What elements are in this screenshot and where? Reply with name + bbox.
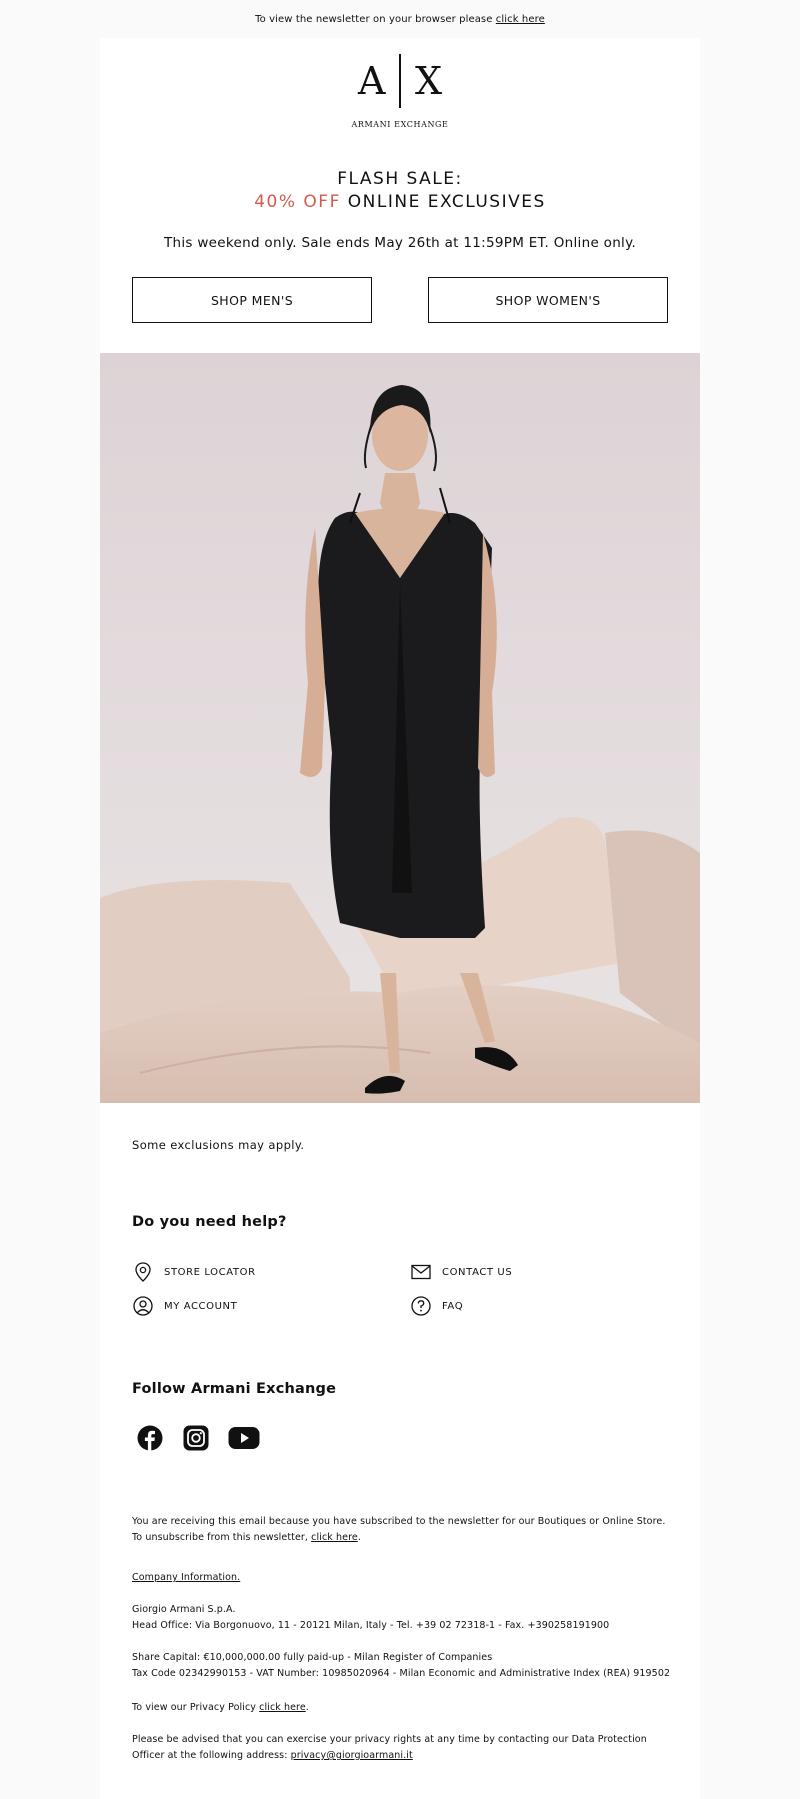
faq-label: FAQ: [442, 1300, 464, 1312]
faq-link[interactable]: FAQ: [410, 1295, 463, 1317]
company-info: Company Information.: [132, 1570, 672, 1586]
unsubscribe-line: To unsubscribe from this newsletter, cli…: [132, 1532, 361, 1543]
facebook-icon[interactable]: [134, 1422, 166, 1454]
email-body: A X ARMANI EXCHANGE FLASH SALE: 40% OFF …: [100, 38, 700, 1799]
browser-view-bar: To view the newsletter on your browser p…: [0, 0, 800, 38]
privacy-policy: To view our Privacy Policy click here.: [132, 1702, 309, 1713]
browser-view-link[interactable]: click here: [496, 14, 545, 25]
hero-photo-illustration: [100, 353, 700, 1103]
shop-womens-button[interactable]: SHOP WOMEN'S: [428, 277, 668, 323]
company-info-link[interactable]: Company Information.: [132, 1572, 240, 1583]
sale-headline: FLASH SALE: 40% OFF ONLINE EXCLUSIVES: [100, 168, 700, 214]
company-registration: Share Capital: €10,000,000.00 fully paid…: [132, 1650, 672, 1682]
unsubscribe-link[interactable]: click here: [311, 1532, 358, 1543]
hero-image[interactable]: [100, 353, 700, 1103]
youtube-icon[interactable]: [226, 1422, 262, 1454]
shop-mens-button[interactable]: SHOP MEN'S: [132, 277, 372, 323]
company-name: Giorgio Armani S.p.A.: [132, 1604, 236, 1615]
store-locator-label: STORE LOCATOR: [164, 1266, 256, 1278]
help-title: Do you need help?: [132, 1214, 287, 1230]
sale-subline: This weekend only. Sale ends May 26th at…: [163, 235, 637, 251]
store-locator-link[interactable]: STORE LOCATOR: [132, 1261, 256, 1283]
company-address: Giorgio Armani S.p.A. Head Office: Via B…: [132, 1602, 672, 1634]
privacy-email-link[interactable]: privacy@giorgioarmani.it: [291, 1750, 413, 1761]
headline-line2: 40% OFF ONLINE EXCLUSIVES: [100, 191, 700, 214]
logo-divider: [399, 54, 401, 108]
logo-letter-a: A: [357, 59, 386, 103]
brand-logo[interactable]: A X ARMANI EXCHANGE: [100, 52, 700, 129]
subscribe-reason: You are receiving this email because you…: [132, 1516, 666, 1527]
contact-us-link[interactable]: CONTACT US: [410, 1261, 512, 1283]
contact-us-label: CONTACT US: [442, 1266, 513, 1278]
question-icon: [410, 1295, 432, 1317]
headline-line2-rest: ONLINE EXCLUSIVES: [340, 192, 546, 212]
tax-code: Tax Code 02342990153 - VAT Number: 10985…: [132, 1668, 671, 1679]
my-account-label: MY ACCOUNT: [164, 1300, 238, 1312]
privacy-policy-link[interactable]: click here: [259, 1702, 306, 1713]
my-account-link[interactable]: MY ACCOUNT: [132, 1295, 237, 1317]
subscription-notice: You are receiving this email because you…: [132, 1514, 672, 1546]
discount-highlight: 40% OFF: [254, 192, 341, 212]
browser-view-text: To view the newsletter on your browser p…: [255, 13, 493, 25]
privacy-rights: Please be advised that you can exercise …: [132, 1732, 672, 1764]
head-office: Head Office: Via Borgonuovo, 11 - 20121 …: [132, 1620, 610, 1631]
ax-monogram: A X: [100, 52, 700, 110]
follow-title: Follow Armani Exchange: [132, 1381, 337, 1397]
share-capital: Share Capital: €10,000,000.00 fully paid…: [132, 1652, 493, 1663]
instagram-icon[interactable]: [180, 1422, 212, 1454]
location-pin-icon: [132, 1261, 154, 1283]
exclusions-note: Some exclusions may apply.: [132, 1138, 305, 1152]
logo-wordmark: ARMANI EXCHANGE: [351, 120, 449, 129]
privacy-text: To view our Privacy Policy: [132, 1702, 260, 1713]
mail-icon: [410, 1261, 432, 1283]
user-icon: [132, 1295, 154, 1317]
unsubscribe-text: To unsubscribe from this newsletter,: [132, 1532, 312, 1543]
logo-letter-x: X: [414, 59, 442, 103]
headline-line1: FLASH SALE:: [337, 169, 463, 189]
